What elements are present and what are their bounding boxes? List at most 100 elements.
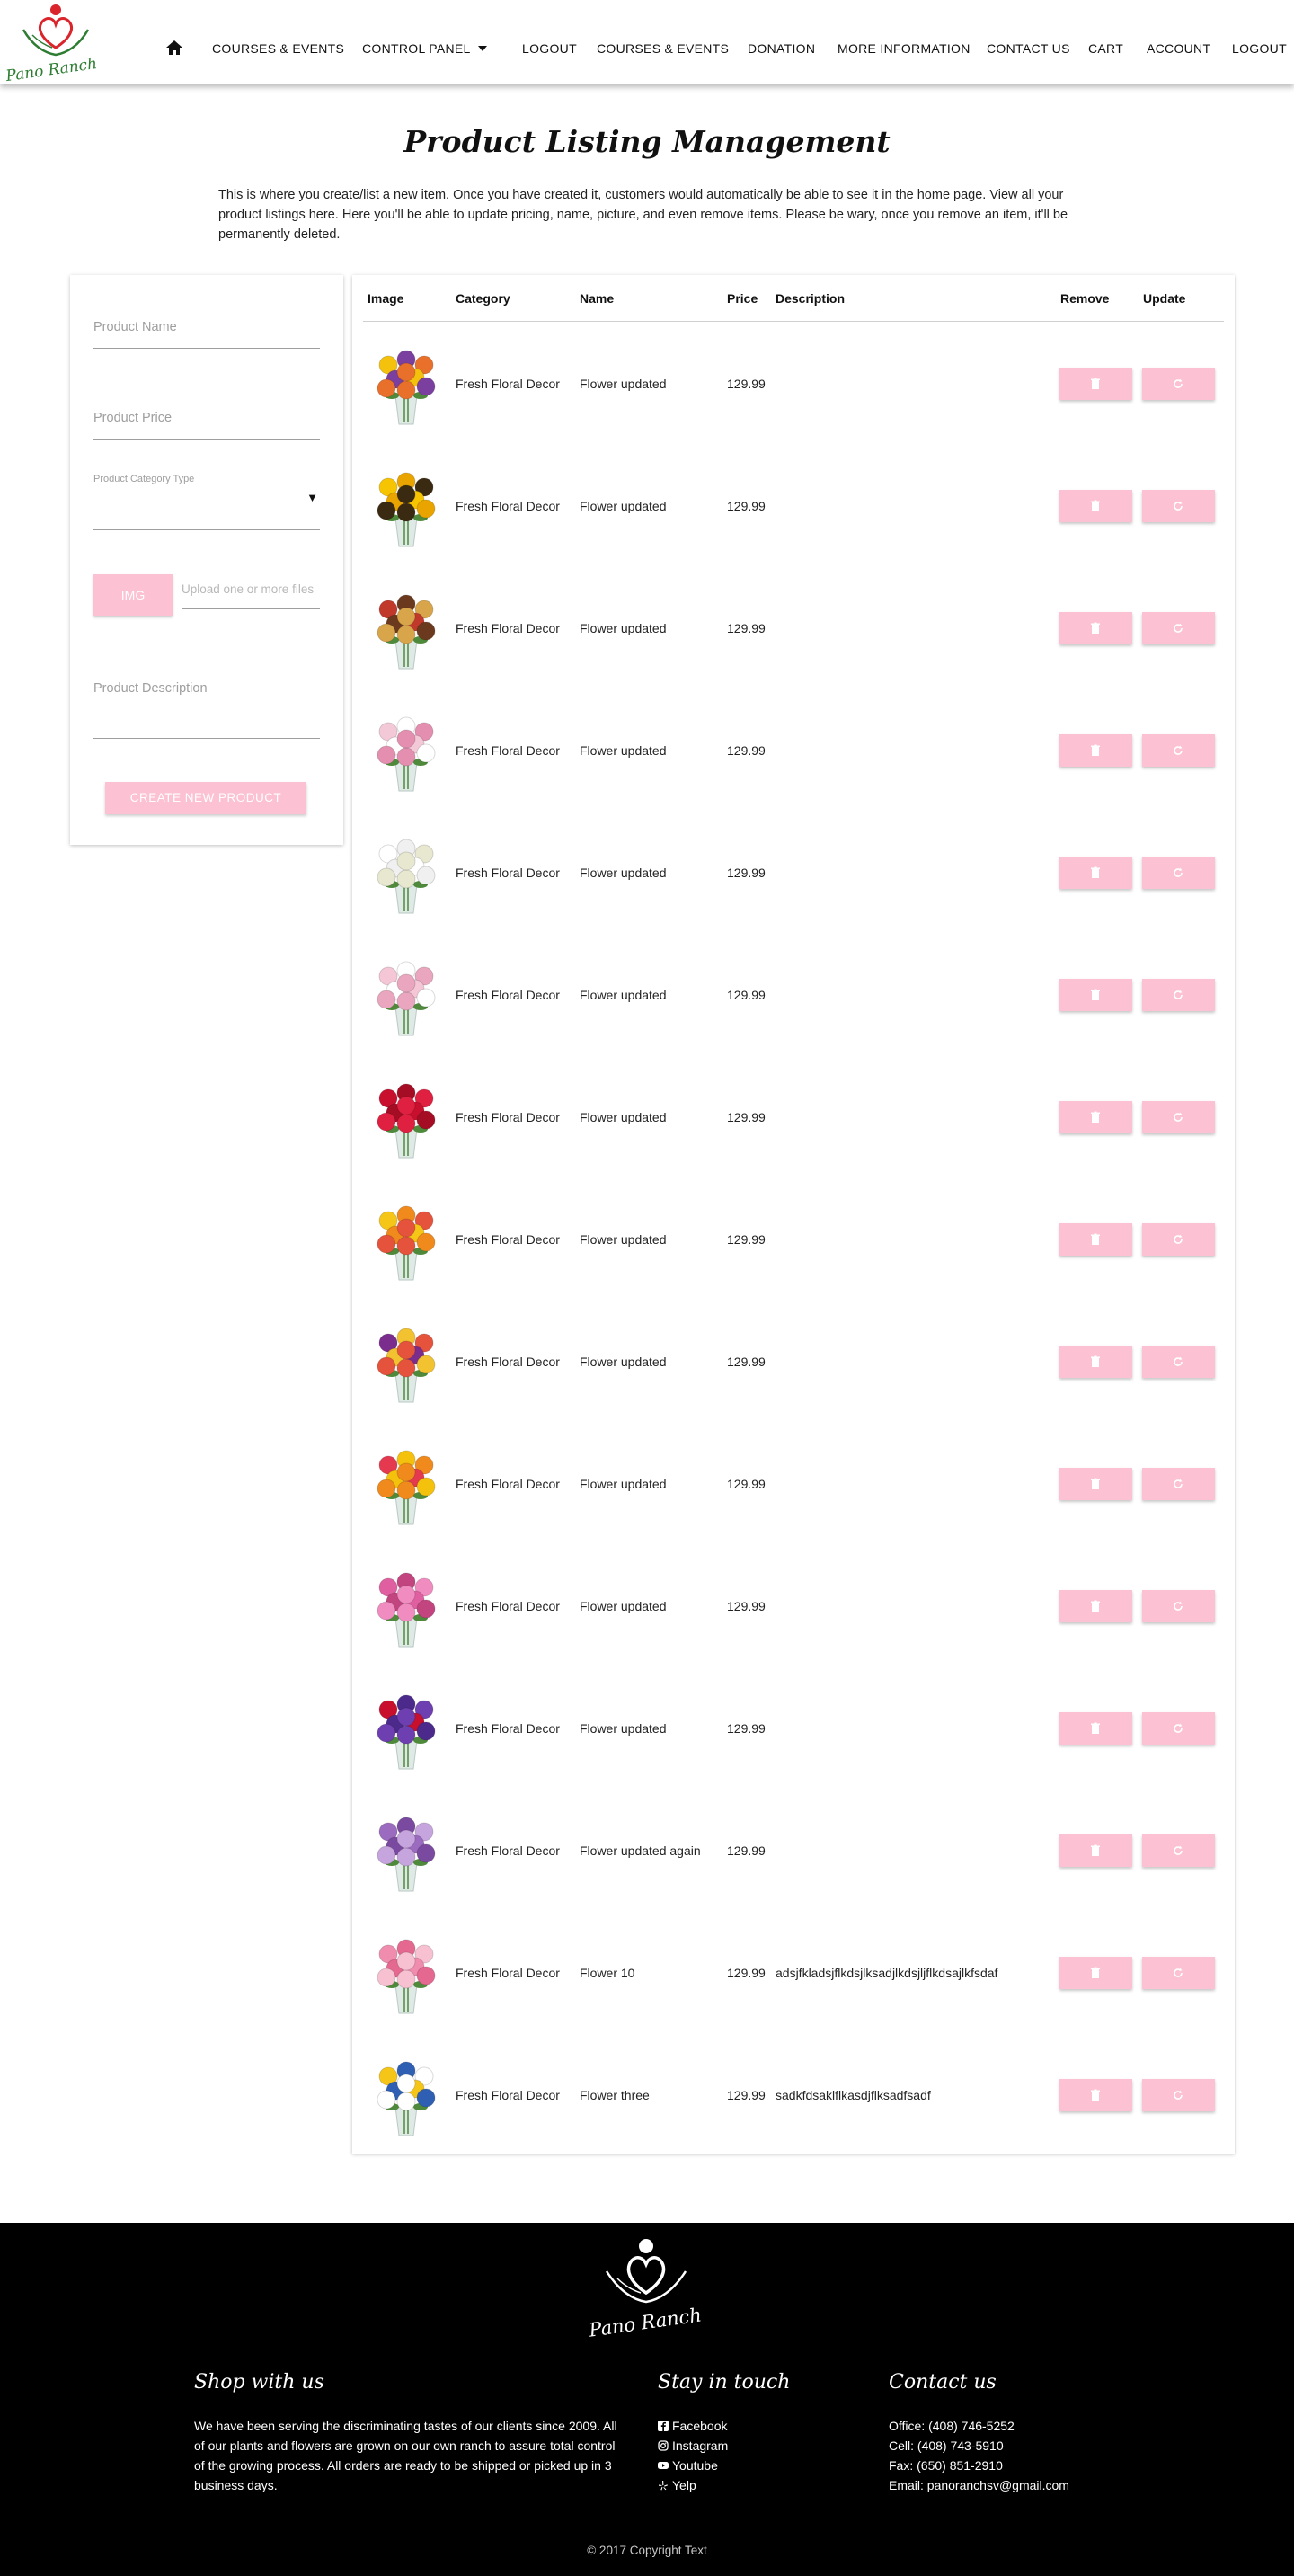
product-name: Flower 10 — [580, 1966, 635, 1980]
image-upload-button[interactable]: IMG — [93, 574, 173, 616]
yelp-link[interactable]: Yelp — [658, 2475, 728, 2495]
update-button[interactable] — [1142, 979, 1215, 1011]
product-price: 129.99 — [727, 1110, 766, 1124]
update-button[interactable] — [1142, 1834, 1215, 1867]
product-price: 129.99 — [727, 988, 766, 1002]
product-name: Flower updated — [580, 377, 667, 391]
product-image — [377, 961, 436, 1036]
update-button[interactable] — [1142, 1468, 1215, 1500]
instagram-link[interactable]: Instagram — [658, 2436, 728, 2456]
update-button[interactable] — [1142, 1712, 1215, 1745]
remove-button[interactable] — [1059, 2079, 1132, 2111]
product-price-input[interactable]: Product Price — [93, 404, 320, 440]
remove-button[interactable] — [1059, 1590, 1132, 1622]
product-category: Fresh Floral Decor — [456, 2088, 560, 2102]
column-header-price: Price — [727, 291, 758, 306]
nav-more-information[interactable]: MORE INFORMATION — [838, 41, 970, 56]
nav-courses-events[interactable]: COURSES & EVENTS — [212, 41, 344, 56]
product-image — [377, 350, 436, 425]
update-button[interactable] — [1142, 1223, 1215, 1256]
update-button[interactable] — [1142, 1346, 1215, 1378]
pano-ranch-logo[interactable]: Pano Ranch — [5, 3, 99, 82]
update-button[interactable] — [1142, 612, 1215, 644]
remove-button[interactable] — [1059, 368, 1132, 400]
top-nav: Pano Ranch COURSES & EVENTS CONTROL PANE… — [0, 0, 1294, 84]
product-description-input[interactable]: Product Description — [93, 674, 320, 739]
remove-button[interactable] — [1059, 1834, 1132, 1867]
facebook-link[interactable]: Facebook — [658, 2416, 728, 2436]
category-select[interactable]: ▼ — [93, 487, 320, 530]
product-category: Fresh Floral Decor — [456, 377, 560, 391]
product-name: Flower updated — [580, 866, 667, 880]
update-button[interactable] — [1142, 734, 1215, 767]
file-path-input[interactable]: Upload one or more files — [182, 582, 320, 609]
home-icon[interactable] — [165, 40, 183, 56]
update-button[interactable] — [1142, 2079, 1215, 2111]
table-row: Fresh Floral Decor Flower updated 129.99 — [352, 444, 1235, 566]
svg-text:Pano Ranch: Pano Ranch — [5, 55, 98, 82]
product-image — [377, 2061, 436, 2136]
social-label: Yelp — [672, 2478, 696, 2492]
update-button[interactable] — [1142, 857, 1215, 889]
table-row: Fresh Floral Decor Flower updated 129.99 — [352, 566, 1235, 688]
page-intro: This is where you create/list a new item… — [218, 188, 1068, 242]
remove-button[interactable] — [1059, 1957, 1132, 1989]
create-product-button[interactable]: CREATE NEW PRODUCT — [105, 782, 306, 814]
page-title: Product Listing Management — [403, 124, 891, 159]
product-price: 129.99 — [727, 1721, 766, 1736]
remove-button[interactable] — [1059, 979, 1132, 1011]
nav-control-panel[interactable]: CONTROL PANEL — [362, 41, 471, 56]
footer-shop-title: Shop with us — [194, 2371, 324, 2394]
nav-courses-events-2[interactable]: COURSES & EVENTS — [597, 41, 729, 56]
nav-contact-us[interactable]: CONTACT US — [987, 41, 1070, 56]
contact-email[interactable]: Email: panoranchsv@gmail.com — [889, 2475, 1069, 2495]
product-category: Fresh Floral Decor — [456, 1110, 560, 1124]
footer-contact-title: Contact us — [889, 2371, 997, 2394]
update-button[interactable] — [1142, 368, 1215, 400]
social-label: Youtube — [672, 2458, 718, 2473]
remove-button[interactable] — [1059, 1712, 1132, 1745]
nav-donation[interactable]: DONATION — [748, 41, 815, 56]
update-button[interactable] — [1142, 1101, 1215, 1133]
trash-icon — [1091, 1844, 1100, 1856]
trash-icon — [1091, 744, 1100, 756]
footer-shop-text: We have been serving the discriminating … — [194, 2419, 617, 2492]
nav-logout[interactable]: LOGOUT — [522, 41, 577, 56]
product-category: Fresh Floral Decor — [456, 621, 560, 635]
product-price: 129.99 — [727, 1477, 766, 1491]
category-label: Product Category Type — [93, 474, 195, 484]
refresh-icon — [1174, 1723, 1183, 1733]
remove-button[interactable] — [1059, 1223, 1132, 1256]
remove-button[interactable] — [1059, 612, 1132, 644]
facebook-icon — [658, 2421, 669, 2431]
refresh-icon — [1174, 867, 1183, 877]
trash-icon — [1091, 1600, 1100, 1612]
refresh-icon — [1174, 623, 1183, 633]
update-button[interactable] — [1142, 1957, 1215, 1989]
product-image — [377, 472, 436, 547]
table-row: Fresh Floral Decor Flower 10 129.99 adsjfkl… — [352, 1911, 1235, 2033]
update-button[interactable] — [1142, 490, 1215, 522]
youtube-link[interactable]: Youtube — [658, 2456, 728, 2475]
remove-button[interactable] — [1059, 490, 1132, 522]
remove-button[interactable] — [1059, 1346, 1132, 1378]
nav-cart[interactable]: CART — [1088, 41, 1123, 56]
refresh-icon — [1174, 1356, 1183, 1366]
nav-account[interactable]: ACCOUNT — [1147, 41, 1210, 56]
nav-logout-2[interactable]: LOGOUT — [1232, 41, 1287, 56]
remove-button[interactable] — [1059, 1468, 1132, 1500]
column-header-category: Category — [456, 291, 510, 306]
remove-button[interactable] — [1059, 734, 1132, 767]
contact-cell: Cell: (408) 743-5910 — [889, 2438, 1004, 2453]
remove-button[interactable] — [1059, 1101, 1132, 1133]
product-image — [377, 1572, 436, 1648]
footer: Pano Ranch Shop with us We have been ser… — [0, 2223, 1294, 2576]
refresh-icon — [1174, 1234, 1183, 1244]
update-button[interactable] — [1142, 1590, 1215, 1622]
remove-button[interactable] — [1059, 857, 1132, 889]
chevron-down-icon[interactable] — [478, 46, 487, 51]
product-category: Fresh Floral Decor — [456, 499, 560, 513]
trash-icon — [1091, 500, 1100, 511]
product-image — [377, 1083, 436, 1159]
product-name-input[interactable]: Product Name — [93, 313, 320, 349]
